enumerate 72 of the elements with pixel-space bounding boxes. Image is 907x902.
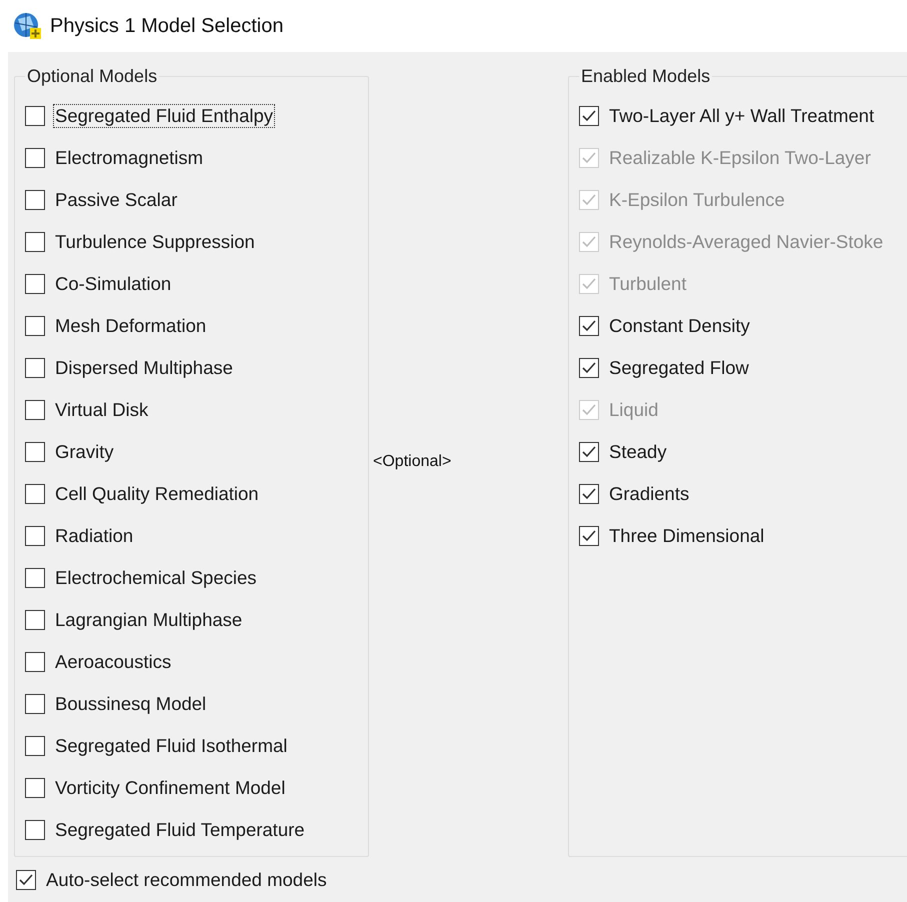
model-label: Realizable K-Epsilon Two-Layer [608, 146, 872, 170]
checkbox[interactable] [579, 526, 599, 546]
checkbox[interactable] [25, 526, 45, 546]
model-label: Segregated Fluid Enthalpy [53, 104, 276, 128]
checkbox[interactable] [579, 316, 599, 336]
model-label: Passive Scalar [54, 188, 178, 212]
globe-plus-icon [12, 11, 42, 41]
checkbox[interactable] [579, 484, 599, 504]
checkbox[interactable] [25, 274, 45, 294]
checkmark-icon [582, 404, 596, 416]
checkbox[interactable] [25, 778, 45, 798]
model-label: Segregated Flow [608, 356, 750, 380]
checkbox[interactable] [25, 190, 45, 210]
model-label: Electromagnetism [54, 146, 204, 170]
model-label: Gravity [54, 440, 115, 464]
checkmark-icon [582, 236, 596, 248]
checkbox[interactable] [25, 484, 45, 504]
checkmark-icon [582, 362, 596, 374]
checkbox[interactable] [25, 148, 45, 168]
model-label: Electrochemical Species [54, 566, 258, 590]
model-label: Two-Layer All y+ Wall Treatment [608, 104, 876, 128]
checkbox[interactable] [25, 442, 45, 462]
checkbox[interactable] [25, 232, 45, 252]
model-label: Boussinesq Model [54, 692, 208, 716]
model-label: Segregated Fluid Temperature [54, 818, 306, 842]
checkmark-icon [582, 194, 596, 206]
model-label: Co-Simulation [54, 272, 172, 296]
group-title: Optional Models [26, 67, 158, 87]
model-label: Turbulent [608, 272, 688, 296]
checkbox[interactable] [579, 106, 599, 126]
model-label: Liquid [608, 398, 660, 422]
model-label: Dispersed Multiphase [54, 356, 234, 380]
checkbox[interactable] [25, 400, 45, 420]
model-label: Virtual Disk [54, 398, 150, 422]
checkbox[interactable] [25, 820, 45, 840]
model-label: Steady [608, 440, 668, 464]
window-title: Physics 1 Model Selection [50, 14, 284, 38]
model-label: Turbulence Suppression [54, 230, 256, 254]
checkbox[interactable] [25, 610, 45, 630]
model-label: Vorticity Confinement Model [54, 776, 286, 800]
model-label: Cell Quality Remediation [54, 482, 260, 506]
model-label: Constant Density [608, 314, 751, 338]
model-label: Radiation [54, 524, 134, 548]
model-label: Lagrangian Multiphase [54, 608, 244, 632]
auto-select-label: Auto-select recommended models [45, 868, 328, 892]
checkbox[interactable] [16, 870, 36, 890]
checkmark-icon [582, 152, 596, 164]
model-label: Aeroacoustics [54, 650, 172, 674]
checkbox[interactable] [25, 736, 45, 756]
model-description: <Optional> [373, 452, 452, 470]
checkbox[interactable] [25, 694, 45, 714]
checkbox[interactable] [25, 568, 45, 588]
checkbox[interactable] [579, 358, 599, 378]
checkbox[interactable] [25, 106, 45, 126]
model-label: Reynolds-Averaged Navier-Stoke [608, 230, 884, 254]
checkbox[interactable] [25, 652, 45, 672]
group-title: Enabled Models [580, 67, 712, 87]
checkbox[interactable] [579, 442, 599, 462]
model-label: K-Epsilon Turbulence [608, 188, 786, 212]
checkmark-icon [582, 320, 596, 332]
checkmark-icon [582, 488, 596, 500]
checkmark-icon [582, 530, 596, 542]
checkbox[interactable] [25, 316, 45, 336]
checkbox[interactable] [25, 358, 45, 378]
checkmark-icon [19, 874, 33, 886]
model-label: Mesh Deformation [54, 314, 208, 338]
checkmark-icon [582, 110, 596, 122]
checkmark-icon [582, 446, 596, 458]
model-label: Segregated Fluid Isothermal [54, 734, 288, 758]
model-label: Three Dimensional [608, 524, 766, 548]
model-label: Gradients [608, 482, 690, 506]
checkmark-icon [582, 278, 596, 290]
